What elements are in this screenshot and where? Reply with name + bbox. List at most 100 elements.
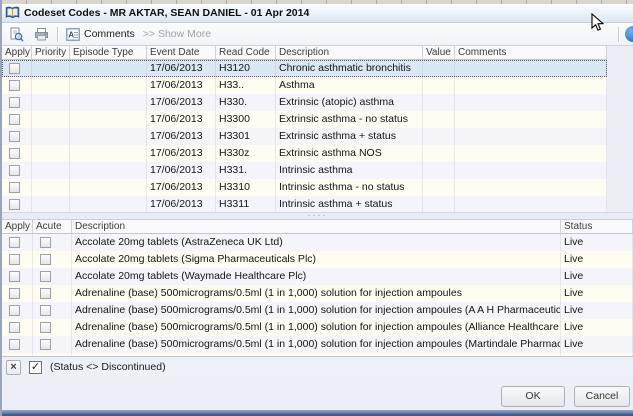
meds-row-7[interactable]: Adrenaline (base) 500micrograms/0.5ml (1… <box>2 336 633 353</box>
meds-row-1[interactable]: Accolate 20mg tablets (AstraZeneca UK Lt… <box>2 234 633 251</box>
apply-checkbox[interactable] <box>9 339 20 350</box>
event-date-cell: 17/06/2013 <box>147 94 216 111</box>
read-code-cell: H330. <box>216 94 276 111</box>
titlebar[interactable]: Codeset Codes - MR AKTAR, SEAN DANIEL - … <box>2 4 633 23</box>
apply-cell <box>2 319 33 336</box>
codes-row-H3300[interactable]: 17/06/2013H3300Extrinsic asthma - no sta… <box>2 111 607 128</box>
codes-row-H3120[interactable]: 17/06/2013H3120Chronic asthmatic bronchi… <box>2 60 607 77</box>
value-cell <box>423 128 455 145</box>
col-header-apply[interactable]: Apply <box>2 46 32 59</box>
codes-row-H330z[interactable]: 17/06/2013H330zExtrinsic asthma NOS <box>2 145 607 162</box>
description-cell: Adrenaline (base) 500micrograms/0.5ml (1… <box>72 302 561 319</box>
show-more-link[interactable]: >> Show More <box>143 28 211 40</box>
episode-type-cell <box>70 94 147 111</box>
episode-type-cell <box>70 111 147 128</box>
codes-grid-header: Apply Priority Episode Type Event Date R… <box>2 46 607 60</box>
mouse-cursor <box>590 13 608 37</box>
apply-checkbox[interactable] <box>9 131 20 142</box>
clear-filter-button[interactable]: × <box>6 360 21 375</box>
col-header-description[interactable]: Description <box>72 220 561 233</box>
help-circle-icon[interactable] <box>625 26 633 42</box>
print-preview-button[interactable] <box>7 26 26 43</box>
read-code-cell: H3310 <box>216 179 276 196</box>
col-header-acute[interactable]: Acute <box>33 220 72 233</box>
apply-checkbox[interactable] <box>9 322 20 333</box>
codes-grid: Apply Priority Episode Type Event Date R… <box>2 46 607 212</box>
codes-row-H3311[interactable]: 17/06/2013H3311Intrinsic asthma + status <box>2 196 607 213</box>
meds-row-3[interactable]: Accolate 20mg tablets (Waymade Healthcar… <box>2 268 633 285</box>
acute-checkbox[interactable] <box>40 339 51 350</box>
comments-button-label: Comments <box>84 28 135 40</box>
acute-checkbox[interactable] <box>40 288 51 299</box>
episode-type-cell <box>70 60 147 77</box>
apply-checkbox[interactable] <box>9 165 20 176</box>
acute-checkbox[interactable] <box>40 271 51 282</box>
col-header-comments[interactable]: Comments <box>455 46 607 59</box>
apply-checkbox[interactable] <box>9 288 20 299</box>
comments-cell <box>455 128 607 145</box>
acute-checkbox[interactable] <box>40 322 51 333</box>
description-cell: Accolate 20mg tablets (AstraZeneca UK Lt… <box>72 234 561 251</box>
event-date-cell: 17/06/2013 <box>147 162 216 179</box>
acute-cell <box>33 319 72 336</box>
codes-row-H3310[interactable]: 17/06/2013H3310Intrinsic asthma - no sta… <box>2 179 607 196</box>
meds-grid-header: Apply Acute Description Status <box>2 220 633 234</box>
apply-cell <box>2 179 32 196</box>
description-cell: Extrinsic asthma - no status <box>276 111 423 128</box>
read-code-cell: H330z <box>216 145 276 162</box>
comments-icon: A <box>66 28 80 41</box>
apply-checkbox[interactable] <box>9 254 20 265</box>
meds-row-5[interactable]: Adrenaline (base) 500micrograms/0.5ml (1… <box>2 302 633 319</box>
apply-checkbox[interactable] <box>9 80 20 91</box>
apply-checkbox[interactable] <box>9 305 20 316</box>
codes-row-H331.[interactable]: 17/06/2013H331.Intrinsic asthma <box>2 162 607 179</box>
col-header-description[interactable]: Description <box>276 46 423 59</box>
col-header-event-date[interactable]: Event Date <box>147 46 216 59</box>
description-cell: Intrinsic asthma + status <box>276 196 423 213</box>
apply-checkbox[interactable] <box>9 63 20 74</box>
cancel-button[interactable]: Cancel <box>574 386 630 407</box>
filter-expression: (Status <> Discontinued) <box>50 361 166 373</box>
col-header-priority[interactable]: Priority <box>32 46 70 59</box>
description-cell: Adrenaline (base) 500micrograms/0.5ml (1… <box>72 319 561 336</box>
acute-checkbox[interactable] <box>40 254 51 265</box>
col-header-status[interactable]: Status <box>561 220 633 233</box>
apply-cell <box>2 196 32 213</box>
comments-button[interactable]: A Comments <box>64 27 137 42</box>
meds-row-2[interactable]: Accolate 20mg tablets (Sigma Pharmaceuti… <box>2 251 633 268</box>
apply-cell <box>2 111 32 128</box>
status-cell: Live <box>561 319 633 336</box>
event-date-cell: 17/06/2013 <box>147 60 216 77</box>
apply-checkbox[interactable] <box>9 148 20 159</box>
description-cell: Intrinsic asthma <box>276 162 423 179</box>
acute-checkbox[interactable] <box>40 305 51 316</box>
apply-checkbox[interactable] <box>9 114 20 125</box>
meds-row-6[interactable]: Adrenaline (base) 500micrograms/0.5ml (1… <box>2 319 633 336</box>
col-header-value[interactable]: Value <box>423 46 455 59</box>
apply-checkbox[interactable] <box>9 237 20 248</box>
description-cell: Extrinsic (atopic) asthma <box>276 94 423 111</box>
apply-checkbox[interactable] <box>9 182 20 193</box>
codeset-codes-dialog: Codeset Codes - MR AKTAR, SEAN DANIEL - … <box>0 0 633 416</box>
ok-button[interactable]: OK <box>501 386 565 407</box>
apply-checkbox[interactable] <box>9 97 20 108</box>
print-button[interactable] <box>32 26 51 43</box>
codes-grid-body: 17/06/2013H3120Chronic asthmatic bronchi… <box>2 60 607 213</box>
acute-cell <box>33 302 72 319</box>
codes-row-H3301[interactable]: 17/06/2013H3301Extrinsic asthma + status <box>2 128 607 145</box>
apply-checkbox[interactable] <box>9 271 20 282</box>
read-code-cell: H3301 <box>216 128 276 145</box>
col-header-read-code[interactable]: Read Code <box>216 46 276 59</box>
codes-row-H330.[interactable]: 17/06/2013H330.Extrinsic (atopic) asthma <box>2 94 607 111</box>
read-code-cell: H331. <box>216 162 276 179</box>
value-cell <box>423 77 455 94</box>
filter-checkbox[interactable]: ✓ <box>29 361 42 374</box>
col-header-apply[interactable]: Apply <box>2 220 33 233</box>
acute-checkbox[interactable] <box>40 237 51 248</box>
codes-row-H33..[interactable]: 17/06/2013H33..Asthma <box>2 77 607 94</box>
meds-row-4[interactable]: Adrenaline (base) 500micrograms/0.5ml (1… <box>2 285 633 302</box>
event-date-cell: 17/06/2013 <box>147 77 216 94</box>
col-header-episode-type[interactable]: Episode Type <box>70 46 147 59</box>
grid-splitter[interactable]: ···· <box>2 212 633 220</box>
apply-checkbox[interactable] <box>9 199 20 210</box>
